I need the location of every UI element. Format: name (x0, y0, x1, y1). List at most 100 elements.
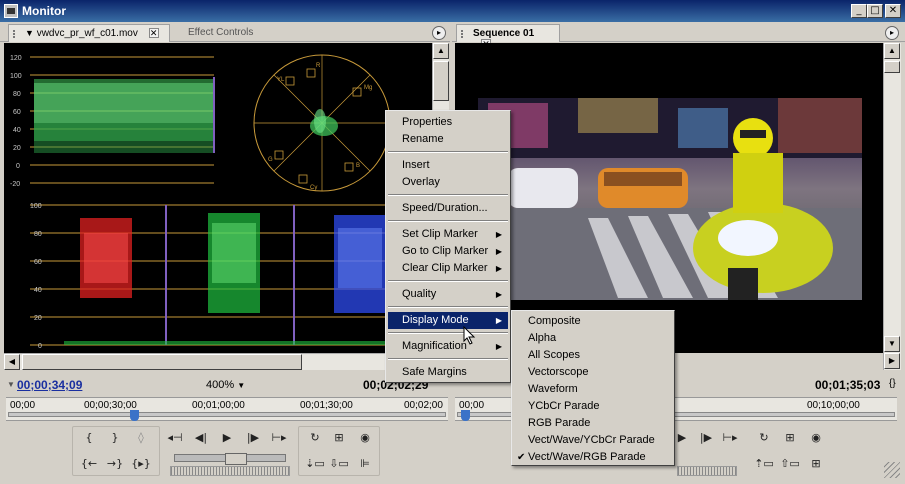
menu-item-label: Vect/Wave/RGB Parade (528, 451, 646, 463)
menu-item-label: Quality (402, 288, 437, 300)
jog-wheel[interactable] (677, 466, 737, 476)
menu-item-rename[interactable]: Rename (388, 131, 508, 148)
loop-button[interactable]: ↻ (304, 428, 326, 448)
output-button[interactable]: ◉ (805, 428, 827, 448)
menu-item-clear-clip-marker[interactable]: Clear Clip Marker ▶ (388, 260, 508, 277)
monitor-window: Monitor _ □ ✕ ▼ vwdvc_pr_wf_c01.mov ✕ Ef… (0, 0, 905, 484)
submenu-item-composite[interactable]: Composite (514, 313, 672, 330)
tab-grip-icon (461, 30, 467, 38)
scroll-down-arrow-icon[interactable]: ▼ (884, 336, 900, 352)
step-forward-button[interactable]: |▶ (242, 428, 264, 448)
overlay-button[interactable]: ⇩▭ (328, 454, 350, 474)
tab-sequence[interactable]: Sequence 01 ✕ (456, 24, 560, 49)
submenu-item-vect-wave-rgb-parade[interactable]: ✔ Vect/Wave/RGB Parade (514, 449, 672, 466)
submenu-item-waveform[interactable]: Waveform (514, 381, 672, 398)
maximize-button[interactable]: □ (867, 4, 883, 18)
submenu-arrow-icon: ▶ (495, 316, 502, 325)
menu-item-set-clip-marker[interactable]: Set Clip Marker ▶ (388, 226, 508, 243)
shuttle-slider[interactable] (174, 453, 286, 465)
menu-item-speed-duration[interactable]: Speed/Duration... (388, 200, 508, 217)
tab-effect-controls[interactable]: Effect Controls (172, 24, 262, 42)
source-current-timecode[interactable]: 00;00;34;09 (17, 378, 82, 392)
menu-item-quality[interactable]: Quality ▶ (388, 286, 508, 303)
play-button[interactable]: ▶ (216, 428, 238, 448)
source-horizontal-scrollbar[interactable]: ◀ (4, 353, 449, 370)
scroll-right-arrow-icon[interactable]: ▶ (884, 353, 900, 369)
source-zoom-select[interactable]: 400% ▼ (206, 379, 245, 391)
settings-icon[interactable]: {} (889, 378, 896, 389)
scroll-up-arrow-icon[interactable]: ▲ (884, 43, 900, 59)
submenu-item-all-scopes[interactable]: All Scopes (514, 347, 672, 364)
menu-item-label: Composite (528, 315, 581, 327)
jog-wheel[interactable] (170, 466, 290, 476)
source-transport-controls: { } ◊ {← →} {▸} ◂⊣ ◀| ▶ |▶ ⊢▸ ↻ ⊞ ◉ ⇣▭ ⇩… (6, 424, 448, 480)
mark-in-button[interactable]: { (78, 428, 100, 448)
output-button[interactable]: ◉ (354, 428, 376, 448)
panel-menu-icon[interactable]: ▸ (885, 26, 899, 40)
close-button[interactable]: ✕ (885, 4, 901, 18)
submenu-item-vectorscope[interactable]: Vectorscope (514, 364, 672, 381)
extract-button[interactable]: ⇧▭ (779, 454, 801, 474)
dropdown-arrow-icon[interactable]: ▼ (25, 28, 34, 38)
insert-button[interactable]: ⇣▭ (304, 454, 326, 474)
source-playhead[interactable] (130, 410, 139, 421)
minimize-button[interactable]: _ (851, 4, 867, 18)
tab-source-clip[interactable]: ▼ vwdvc_pr_wf_c01.mov ✕ (8, 24, 170, 42)
scroll-left-arrow-icon[interactable]: ◀ (4, 354, 20, 370)
menu-item-safe-margins[interactable]: Safe Margins (388, 364, 508, 381)
rgb-parade-scope: 100 80 60 40 20 0 (30, 203, 432, 350)
set-marker-button[interactable]: ◊ (130, 428, 152, 448)
scroll-thumb[interactable] (884, 61, 900, 73)
menu-item-display-mode[interactable]: Display Mode ▶ (388, 312, 508, 329)
step-forward-button[interactable]: |▶ (695, 428, 717, 448)
mark-out-button[interactable]: } (104, 428, 126, 448)
close-tab-icon[interactable]: ✕ (148, 28, 159, 38)
program-video-frame (478, 98, 862, 300)
go-to-out-button[interactable]: →} (104, 454, 126, 474)
submenu-arrow-icon: ▶ (495, 342, 502, 351)
scroll-thumb[interactable] (22, 354, 302, 370)
previous-marker-button[interactable]: ◂⊣ (164, 428, 186, 448)
menu-item-go-to-clip-marker[interactable]: Go to Clip Marker ▶ (388, 243, 508, 260)
waveform-scale-label: 40 (13, 127, 21, 134)
submenu-item-ycbcr-parade[interactable]: YCbCr Parade (514, 398, 672, 415)
app-icon (4, 4, 18, 18)
next-marker-button[interactable]: ⊢▸ (268, 428, 290, 448)
go-to-in-button[interactable]: {← (78, 454, 100, 474)
loop-button[interactable]: ↻ (753, 428, 775, 448)
parade-scale-label: 20 (34, 315, 42, 322)
trim-button[interactable]: ⊞ (805, 454, 827, 474)
safe-margins-button[interactable]: ⊞ (779, 428, 801, 448)
menu-item-insert[interactable]: Insert (388, 157, 508, 174)
program-vertical-scrollbar[interactable]: ▲ ▼ ▶ (883, 43, 901, 370)
menu-separator (388, 332, 508, 334)
safe-margins-button[interactable]: ⊞ (328, 428, 350, 448)
scroll-up-arrow-icon[interactable]: ▲ (433, 43, 449, 59)
program-playhead[interactable] (461, 410, 470, 421)
menu-item-overlay[interactable]: Overlay (388, 174, 508, 191)
vectorscope-label: G (268, 157, 273, 163)
next-edit-button[interactable]: ⊢▸ (719, 428, 741, 448)
scroll-thumb[interactable] (433, 61, 449, 101)
submenu-item-alpha[interactable]: Alpha (514, 330, 672, 347)
menu-separator (388, 220, 508, 222)
menu-item-label: Insert (402, 159, 430, 171)
ruler-label: 00;01;00;00 (192, 400, 245, 411)
step-back-button[interactable]: ◀| (190, 428, 212, 448)
waveform-scale-label: -20 (10, 181, 20, 188)
toggle-take-audio-video-button[interactable]: ⊫ (354, 454, 376, 474)
vectorscope: R Mg B Cy G YL (253, 54, 391, 192)
menu-item-label: RGB Parade (528, 417, 591, 429)
window-title: Monitor (22, 4, 66, 18)
menu-item-magnification[interactable]: Magnification ▶ (388, 338, 508, 355)
resize-grip-icon[interactable] (884, 462, 900, 478)
submenu-item-rgb-parade[interactable]: RGB Parade (514, 415, 672, 432)
panel-menu-icon[interactable]: ▸ (432, 26, 446, 40)
lift-button[interactable]: ⇡▭ (753, 454, 775, 474)
menu-item-properties[interactable]: Properties (388, 114, 508, 131)
submenu-item-vect-wave-ycbcr-parade[interactable]: Vect/Wave/YCbCr Parade (514, 432, 672, 449)
menu-item-label: Display Mode (402, 314, 469, 326)
parade-scale-label: 100 (30, 203, 42, 210)
source-time-ruler[interactable]: 00;00 00;00;30;00 00;01;00;00 00;01;30;0… (6, 397, 448, 421)
play-in-to-out-button[interactable]: {▸} (130, 454, 152, 474)
